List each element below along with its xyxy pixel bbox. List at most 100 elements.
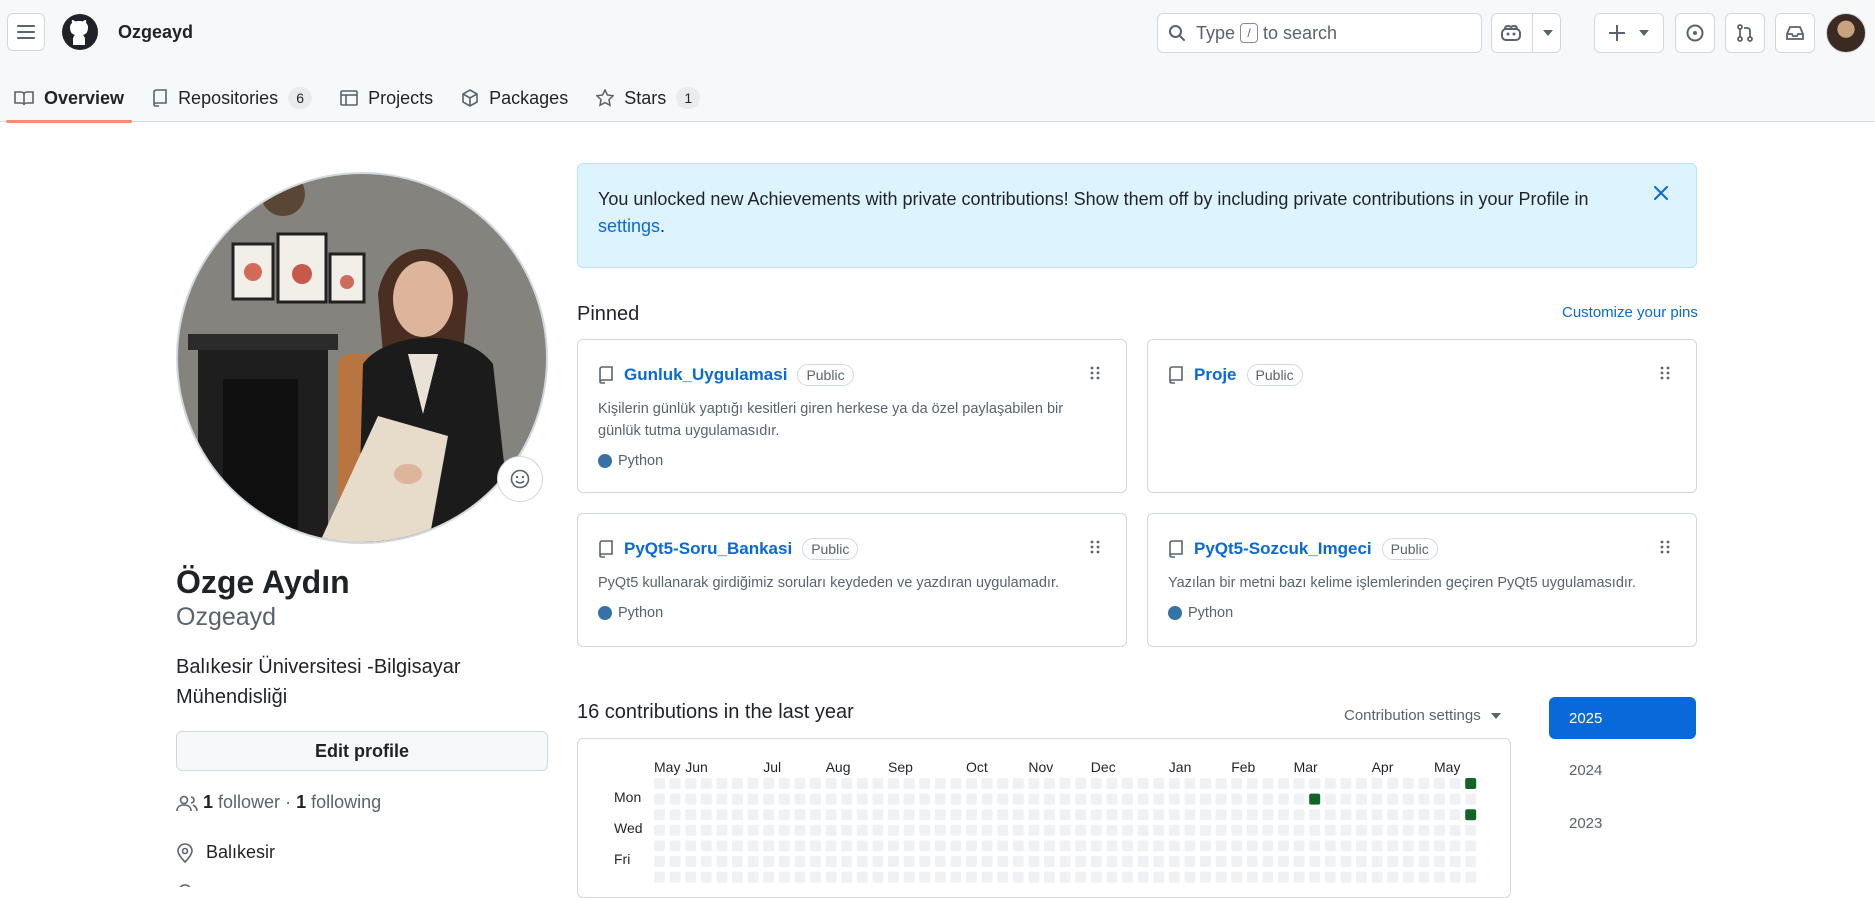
contribution-day-cell[interactable] — [685, 824, 697, 836]
contribution-day-cell[interactable] — [1402, 871, 1414, 883]
contribution-day-cell[interactable] — [825, 824, 837, 836]
contribution-day-cell[interactable] — [856, 856, 868, 867]
contribution-day-cell[interactable] — [1324, 793, 1336, 805]
contribution-day-cell[interactable] — [903, 809, 915, 821]
contribution-day-cell[interactable] — [1465, 856, 1477, 867]
contribution-day-cell[interactable] — [1168, 778, 1180, 789]
contribution-day-cell[interactable] — [997, 824, 1009, 836]
contribution-day-cell[interactable] — [1434, 856, 1445, 867]
contribution-day-cell[interactable] — [1168, 840, 1180, 852]
contribution-day-cell[interactable] — [1231, 840, 1243, 852]
contribution-day-cell[interactable] — [1340, 809, 1352, 821]
contribution-day-cell[interactable] — [966, 809, 977, 821]
contribution-day-cell[interactable] — [1184, 809, 1196, 821]
contribution-day-cell[interactable] — [981, 778, 993, 789]
contribution-day-cell[interactable] — [1028, 793, 1040, 805]
contribution-day-cell[interactable] — [1278, 809, 1289, 821]
contribution-day-cell[interactable] — [1371, 809, 1383, 821]
contribution-day-cell[interactable] — [856, 824, 868, 836]
contribution-day-cell[interactable] — [1184, 871, 1196, 883]
contribution-day-cell[interactable] — [1340, 824, 1352, 836]
contribution-day-cell[interactable] — [1215, 856, 1227, 867]
contribution-day-cell[interactable] — [1200, 824, 1211, 836]
contribution-day-cell[interactable] — [1168, 856, 1180, 867]
contribution-day-cell[interactable] — [778, 856, 790, 867]
contribution-day-cell[interactable] — [1262, 793, 1274, 805]
contribution-day-cell[interactable] — [934, 871, 946, 883]
contribution-day-cell[interactable] — [1184, 778, 1196, 789]
contribution-day-cell[interactable] — [888, 871, 899, 883]
contribution-day-cell[interactable] — [1402, 793, 1414, 805]
contribution-day-cell[interactable] — [1137, 809, 1149, 821]
contribution-day-cell[interactable] — [810, 871, 821, 883]
contribution-day-cell[interactable] — [810, 856, 821, 867]
contribution-day-cell[interactable] — [1012, 778, 1024, 789]
contribution-day-cell[interactable] — [1153, 856, 1165, 867]
contribution-day-cell[interactable] — [778, 840, 790, 852]
contribution-day-cell[interactable] — [1356, 856, 1367, 867]
contribution-day-cell[interactable] — [732, 793, 743, 805]
contribution-day-cell[interactable] — [1293, 840, 1305, 852]
contribution-day-cell[interactable] — [778, 778, 790, 789]
contribution-day-cell[interactable] — [685, 856, 697, 867]
year-button-2024[interactable]: 2024 — [1549, 749, 1696, 791]
contribution-day-cell[interactable] — [1449, 871, 1461, 883]
contribution-day-cell[interactable] — [669, 778, 681, 789]
header-username[interactable]: Ozgeayd — [118, 22, 193, 43]
contribution-day-cell[interactable] — [685, 871, 697, 883]
contribution-day-cell[interactable] — [919, 856, 931, 867]
contribution-day-cell[interactable] — [1278, 840, 1289, 852]
contribution-day-cell[interactable] — [685, 840, 697, 852]
contribution-day-cell[interactable] — [1418, 871, 1430, 883]
contribution-day-cell[interactable] — [1200, 856, 1211, 867]
contribution-day-cell[interactable] — [716, 778, 728, 789]
contribution-day-cell[interactable] — [919, 793, 931, 805]
contribution-day-cell[interactable] — [1184, 856, 1196, 867]
contribution-day-cell[interactable] — [1356, 840, 1367, 852]
followers-link[interactable]: follower — [218, 792, 280, 813]
contribution-day-cell[interactable] — [856, 809, 868, 821]
contribution-day-cell[interactable] — [1278, 778, 1289, 789]
contribution-day-cell[interactable] — [1246, 871, 1258, 883]
contribution-day-cell[interactable] — [1137, 871, 1149, 883]
contribution-day-cell[interactable] — [716, 840, 728, 852]
contribution-day-cell[interactable] — [1262, 840, 1274, 852]
contribution-day-cell[interactable] — [888, 793, 899, 805]
contribution-day-cell[interactable] — [841, 824, 853, 836]
contribution-day-cell[interactable] — [950, 840, 962, 852]
contribution-day-cell[interactable] — [1028, 824, 1040, 836]
year-button-2025[interactable]: 2025 — [1549, 697, 1696, 739]
contribution-day-cell[interactable] — [1231, 856, 1243, 867]
contribution-day-cell[interactable] — [669, 856, 681, 867]
contribution-day-cell[interactable] — [1231, 778, 1243, 789]
profile-website-link-cutoff[interactable] — [176, 878, 516, 887]
contribution-day-cell[interactable] — [872, 809, 884, 821]
repo-name-link[interactable]: PyQt5-Soru_Bankasi — [624, 539, 792, 559]
contribution-day-cell[interactable] — [1200, 793, 1211, 805]
contribution-day-cell[interactable] — [794, 871, 806, 883]
contribution-day-cell[interactable] — [950, 778, 962, 789]
copilot-button[interactable] — [1491, 13, 1561, 53]
grabber-icon[interactable] — [1090, 540, 1100, 554]
contribution-day-cell[interactable] — [888, 840, 899, 852]
contribution-day-cell[interactable] — [950, 856, 962, 867]
contribution-day-cell[interactable] — [872, 840, 884, 852]
contribution-day-cell[interactable] — [981, 824, 993, 836]
contribution-day-cell[interactable] — [1418, 793, 1430, 805]
contribution-day-cell[interactable] — [1387, 824, 1399, 836]
contribution-day-cell[interactable] — [810, 809, 821, 821]
contribution-day-cell[interactable] — [1168, 793, 1180, 805]
contribution-day-cell[interactable] — [685, 793, 697, 805]
contribution-day-cell[interactable] — [1168, 809, 1180, 821]
contribution-day-cell[interactable] — [1044, 793, 1055, 805]
contribution-day-cell[interactable] — [1231, 793, 1243, 805]
contribution-day-cell[interactable] — [1402, 840, 1414, 852]
contribution-day-cell[interactable] — [1075, 778, 1087, 789]
contribution-day-cell[interactable] — [1246, 793, 1258, 805]
contribution-day-cell[interactable] — [1309, 809, 1321, 821]
contribution-day-cell[interactable] — [700, 824, 712, 836]
contribution-day-cell[interactable] — [1371, 840, 1383, 852]
contribution-day-cell[interactable] — [810, 840, 821, 852]
contribution-day-cell[interactable] — [1028, 840, 1040, 852]
contribution-day-cell[interactable] — [966, 840, 977, 852]
